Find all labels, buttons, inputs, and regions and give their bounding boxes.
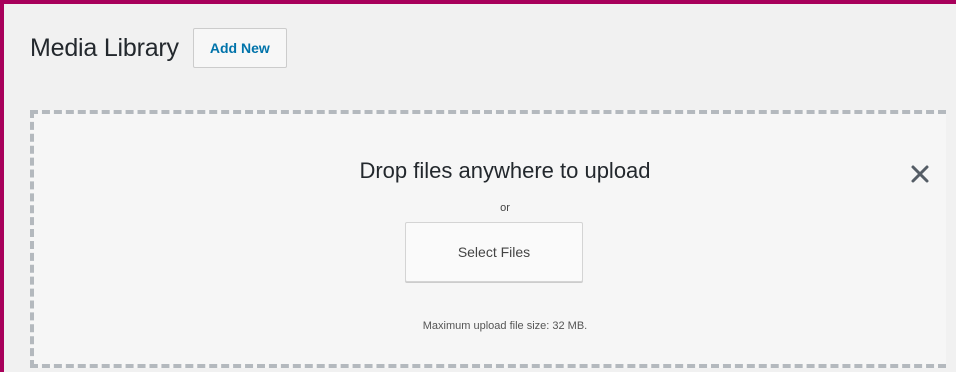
add-new-button[interactable]: Add New [192, 28, 287, 68]
page-header: Media Library Add New [30, 24, 287, 72]
max-upload-size-text: Maximum upload file size: 32 MB. [422, 320, 588, 332]
page-title: Media Library [30, 33, 179, 62]
or-separator: or [500, 202, 510, 214]
select-files-button[interactable]: Select Files [405, 222, 583, 282]
drop-files-title: Drop files anywhere to upload [359, 158, 651, 183]
upload-drop-zone[interactable]: Drop files anywhere to upload or Select … [30, 110, 946, 368]
media-library-page: Media Library Add New Drop files anywher… [0, 0, 956, 372]
